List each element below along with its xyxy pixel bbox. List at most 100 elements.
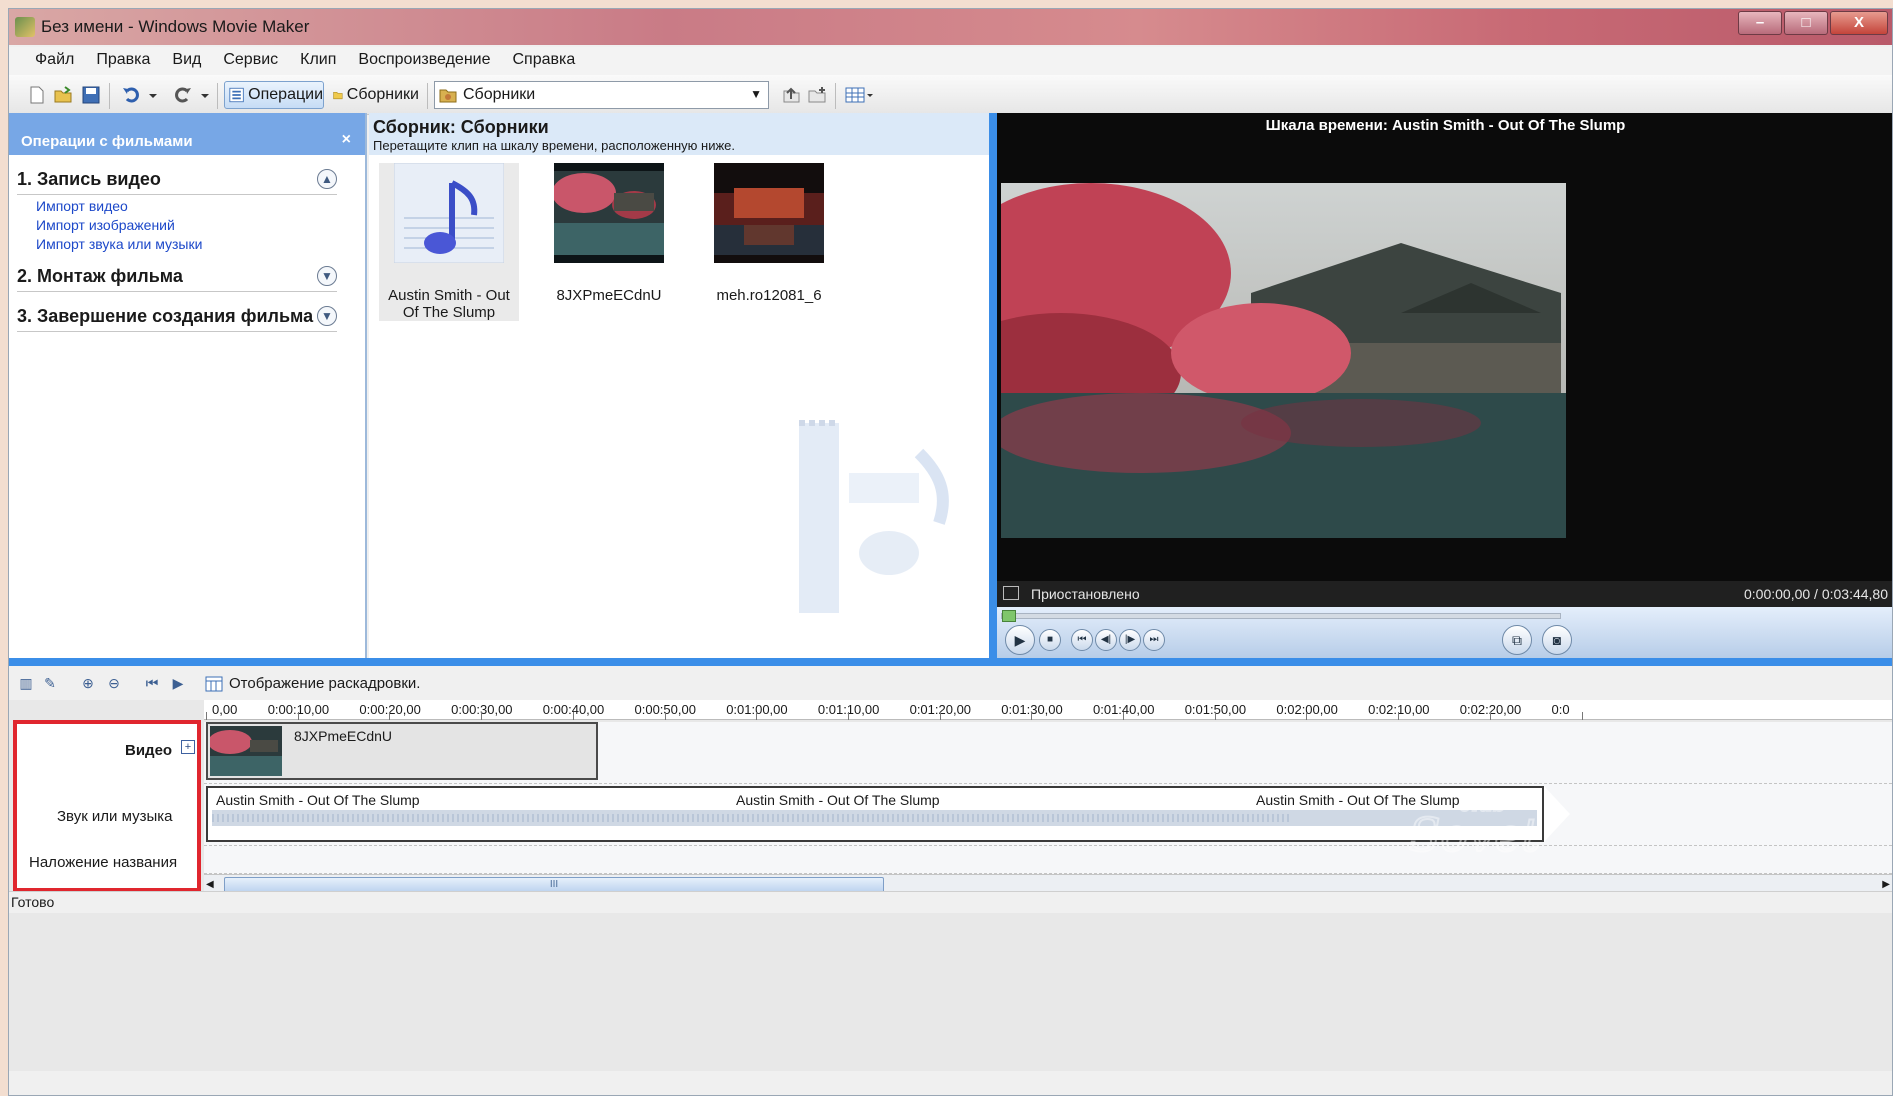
forward-button[interactable]: |▶ <box>1119 629 1141 651</box>
section-capture-video[interactable]: 1. Запись видео ▲ <box>17 169 337 195</box>
video-clip-name: 8JXPmeECdnU <box>294 728 393 744</box>
menu-help[interactable]: Справка <box>512 47 575 75</box>
timeline-audio-clip[interactable]: Austin Smith - Out Of The Slump Austin S… <box>206 786 1544 842</box>
scroll-left-icon[interactable]: ◀ <box>206 879 214 890</box>
folder-icon <box>333 92 343 100</box>
ruler-tick <box>297 712 299 720</box>
import-pictures-link[interactable]: Импорт изображений <box>36 217 365 233</box>
section-title: 2. Монтаж фильма <box>17 266 183 286</box>
playback-status: Приостановлено <box>1031 586 1140 602</box>
preview-screen <box>1001 183 1566 538</box>
pane-divider[interactable] <box>9 658 1892 666</box>
menu-playback[interactable]: Воспроизведение <box>358 47 490 75</box>
clip-name: meh.ro12081_6 <box>716 287 822 304</box>
menu-edit[interactable]: Правка <box>96 47 150 75</box>
collection-folder-icon <box>439 89 457 103</box>
next-frame-button[interactable]: ⏭ <box>1143 629 1165 651</box>
up-level-icon[interactable] <box>781 85 801 105</box>
sovet-watermark-logo: Sovet club <box>1408 791 1541 863</box>
close-button[interactable]: X <box>1830 11 1888 35</box>
collections-button[interactable]: Сборники <box>329 81 419 109</box>
rewind-timeline-icon[interactable]: ⏮ <box>143 675 161 693</box>
undo-icon[interactable] <box>121 85 141 105</box>
section-finish-movie[interactable]: 3. Завершение создания фильма ▼ <box>17 306 337 332</box>
views-icon[interactable] <box>845 85 875 105</box>
close-icon[interactable]: × <box>342 131 351 149</box>
seek-slider[interactable] <box>1002 610 1016 622</box>
timeline-video-clip[interactable]: 8JXPmeECdnU <box>206 722 598 780</box>
menu-clip[interactable]: Клип <box>300 47 336 75</box>
ruler-tick <box>939 712 941 720</box>
collection-header: Сборник: Сборники Перетащите клип на шка… <box>369 113 989 155</box>
collections-dropdown[interactable]: Сборники ▼ <box>434 81 769 109</box>
collections-label: Сборники <box>346 86 419 103</box>
collection-clip-image[interactable]: meh.ro12081_6 <box>699 163 839 304</box>
set-audio-levels-icon[interactable]: ▥ <box>17 675 35 693</box>
open-project-icon[interactable] <box>53 85 73 105</box>
ruler-tick <box>1581 712 1583 720</box>
play-timeline-icon[interactable]: ▶ <box>169 675 187 693</box>
import-video-link[interactable]: Импорт видео <box>36 198 365 214</box>
preview-monitor: Шкала времени: Austin Smith - Out Of The… <box>989 113 1892 658</box>
menu-file[interactable]: Файл <box>35 47 74 75</box>
ruler-tick <box>1489 712 1491 720</box>
redo-icon[interactable] <box>173 85 193 105</box>
image-thumbnail <box>714 163 824 263</box>
tasks-pane-title: Операции с фильмами <box>21 133 193 150</box>
section-edit-movie[interactable]: 2. Монтаж фильма ▼ <box>17 266 337 292</box>
import-audio-link[interactable]: Импорт звука или музыки <box>36 236 365 252</box>
ruler-tick-label: 0:0 <box>1551 702 1570 717</box>
seek-bar[interactable] <box>1001 610 1561 622</box>
audio-track-label: Звук или музыка <box>57 808 173 825</box>
collection-clip-audio[interactable]: Austin Smith - Out Of The Slump <box>379 162 519 321</box>
ruler-tick <box>481 712 483 720</box>
minimize-button[interactable]: – <box>1738 11 1782 35</box>
save-icon[interactable] <box>81 85 101 105</box>
new-collection-icon[interactable] <box>807 85 827 105</box>
ruler-tick <box>1123 712 1124 720</box>
operations-label: Операции <box>248 86 323 103</box>
timeline-toolbar: ▥ ✎ ⊕ ⊖ ⏮ ▶ Отображение раскадровки. <box>9 666 1892 700</box>
chevron-up-icon[interactable]: ▲ <box>317 169 337 189</box>
time-ruler[interactable]: 0,00 0:00:10,00 0:00:20,00 0:00:30,00 0:00:4… <box>204 700 1892 720</box>
previous-frame-button[interactable]: ⏮ <box>1071 629 1093 651</box>
ruler-tick <box>1214 712 1216 720</box>
ruler-tick <box>1031 712 1033 720</box>
new-project-icon[interactable] <box>27 85 47 105</box>
show-storyboard-button[interactable]: Отображение раскадровки. <box>205 675 420 692</box>
show-storyboard-label: Отображение раскадровки. <box>229 675 421 692</box>
zoom-in-icon[interactable]: ⊕ <box>79 675 97 693</box>
timeline-panel: ▥ ✎ ⊕ ⊖ ⏮ ▶ Отображение раскадровки. 0,0… <box>9 666 1892 1071</box>
menu-tools[interactable]: Сервис <box>223 47 278 75</box>
menu-bar: Файл Правка Вид Сервис Клип Воспроизведе… <box>9 47 1892 75</box>
take-picture-icon[interactable]: ◙ <box>1542 625 1572 655</box>
stop-button[interactable]: ■ <box>1039 629 1061 651</box>
narrate-icon[interactable]: ✎ <box>41 675 59 693</box>
chevron-down-icon[interactable]: ▼ <box>317 306 337 326</box>
ruler-tick <box>1306 712 1308 720</box>
toolbar-separator <box>109 83 110 109</box>
app-window: Без имени - Windows Movie Maker – □ X Фа… <box>8 8 1893 1096</box>
maximize-button[interactable]: □ <box>1784 11 1828 35</box>
redo-dropdown-icon[interactable] <box>199 85 211 105</box>
title-overlay-track[interactable] <box>204 846 1892 874</box>
music-note-icon <box>393 162 505 264</box>
collection-clip-video[interactable]: 8JXPmeECdnU <box>539 163 679 304</box>
zoom-out-icon[interactable]: ⊖ <box>105 675 123 693</box>
menu-view[interactable]: Вид <box>172 47 201 75</box>
clip-name: Austin Smith - Out Of The Slump <box>388 287 510 321</box>
undo-dropdown-icon[interactable] <box>147 85 159 105</box>
rewind-button[interactable]: ◀| <box>1095 629 1117 651</box>
split-clip-icon[interactable]: ⧉ <box>1502 625 1532 655</box>
status-bar: Готово <box>9 891 1892 913</box>
ruler-tick <box>847 712 849 720</box>
ruler-tick <box>1398 712 1400 720</box>
operations-icon <box>229 87 244 103</box>
expand-video-track-icon[interactable]: + <box>181 740 195 754</box>
chevron-down-icon[interactable]: ▼ <box>317 266 337 286</box>
scroll-right-icon[interactable]: ▶ <box>1882 879 1890 890</box>
storyboard-icon <box>205 676 223 691</box>
title-overlay-track-label: Наложение названия <box>29 854 178 871</box>
play-button[interactable]: ▶ <box>1005 625 1035 655</box>
operations-button[interactable]: Операции <box>224 81 324 109</box>
